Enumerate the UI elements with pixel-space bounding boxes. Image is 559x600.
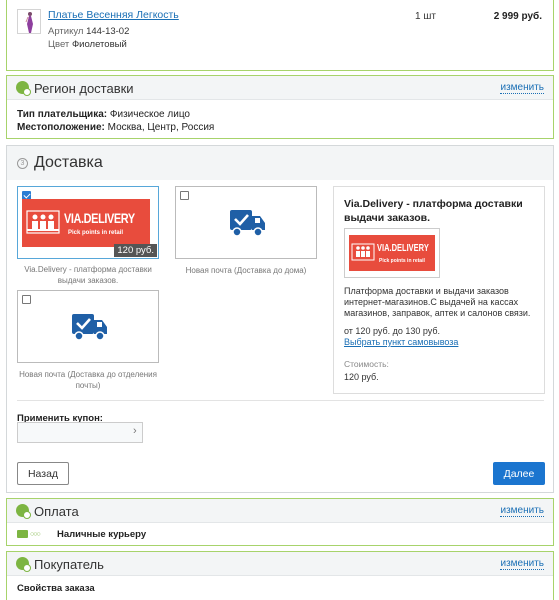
delivery-details: Via.Delivery - платформа доставки выдачи…	[333, 186, 545, 394]
payment-panel: Оплата изменить ○○○ Наличные курьеру	[6, 498, 554, 546]
payment-header: Оплата изменить	[7, 499, 553, 523]
details-description: Платформа доставки и выдачи заказов инте…	[344, 286, 531, 318]
delivery-option-novaposhta-home[interactable]	[175, 186, 317, 259]
option-caption: Новая почта (Доставка до дома)	[185, 266, 307, 275]
truck-check-icon	[72, 314, 107, 341]
step-number: 3	[17, 158, 28, 169]
delivery-option-novaposhta-branch[interactable]	[17, 290, 159, 363]
sku-value: 144-13-02	[86, 26, 130, 37]
dots-icon: ○○○	[30, 531, 41, 538]
delivery-header: 3 Доставка	[7, 146, 553, 180]
delivery-option-via[interactable]: VIA.DELIVERY Pick points in retail 120 р…	[17, 186, 159, 259]
via-delivery-logo: VIA.DELIVERY Pick points in retail	[349, 235, 435, 271]
region-title: Регион доставки	[34, 81, 134, 96]
delivery-panel: 3 Доставка VIA.DELIVERY Pick points in r…	[6, 145, 554, 493]
product-color: Цвет Фиолетовый	[48, 39, 127, 50]
region-header: Регион доставки изменить	[7, 76, 553, 100]
details-price-range: от 120 руб. до 130 руб.	[344, 326, 441, 336]
payer-type: Тип плательщика: Физическое лицо	[17, 109, 190, 120]
step-complete-icon	[16, 504, 31, 519]
buyer-change-link[interactable]: изменить	[500, 558, 544, 570]
delivery-title: Доставка	[34, 154, 103, 171]
payment-change-link[interactable]: изменить	[500, 505, 544, 517]
step-complete-icon	[16, 81, 31, 96]
region-change-link[interactable]: изменить	[500, 82, 544, 94]
cart-panel: Платье Весенняя Легкость Артикул 144-13-…	[6, 0, 554, 71]
product-quantity: 1 шт	[415, 11, 436, 22]
truck-check-icon	[230, 210, 265, 237]
product-thumbnail[interactable]	[17, 9, 41, 34]
location-label: Местоположение:	[17, 122, 105, 133]
buyer-panel: Покупатель изменить Свойства заказа	[6, 551, 554, 600]
option-caption: Новая почта (Доставка до отделения почты…	[19, 370, 157, 390]
cost-label: Стоимость:	[344, 359, 389, 369]
next-button[interactable]: Далее	[493, 462, 545, 485]
via-logo-sub: Pick points in retail	[68, 230, 124, 236]
option-price-badge: 120 руб.	[114, 244, 157, 257]
via-logo-text: VIA.DELIVERY	[64, 210, 135, 226]
divider	[17, 400, 544, 401]
step-complete-icon	[16, 557, 31, 572]
color-label: Цвет	[48, 39, 70, 50]
region-panel: Регион доставки изменить Тип плательщика…	[6, 75, 554, 139]
product-name-link[interactable]: Платье Весенняя Легкость	[48, 9, 179, 21]
chevron-right-icon[interactable]: ›	[133, 425, 137, 437]
location: Местоположение: Москва, Центр, Россия	[17, 122, 214, 133]
details-title: Via.Delivery - платформа доставки выдачи…	[344, 198, 523, 224]
option-checkbox[interactable]	[22, 295, 31, 304]
buyer-header: Покупатель изменить	[7, 552, 553, 576]
back-button[interactable]: Назад	[17, 462, 69, 485]
product-sku: Артикул 144-13-02	[48, 26, 129, 37]
via-logo-text: VIA.DELIVERY	[377, 243, 429, 254]
order-properties-heading: Свойства заказа	[17, 583, 95, 594]
sku-label: Артикул	[48, 26, 84, 37]
coupon-input[interactable]	[17, 422, 143, 443]
buyer-title: Покупатель	[34, 557, 104, 572]
payment-title: Оплата	[34, 504, 79, 519]
option-caption: Via.Delivery - платформа доставки выдачи…	[24, 265, 152, 285]
payer-label: Тип плательщика:	[17, 109, 108, 120]
cost-value: 120 руб.	[344, 372, 379, 382]
payer-value: Физическое лицо	[109, 109, 190, 120]
via-delivery-logo: VIA.DELIVERY Pick points in retail	[22, 199, 150, 247]
dress-image-icon	[25, 12, 33, 33]
wallet-icon	[17, 530, 28, 538]
via-logo-sub: Pick points in retail	[379, 258, 425, 264]
location-value: Москва, Центр, Россия	[107, 122, 215, 133]
color-value: Фиолетовый	[71, 39, 127, 50]
pick-point-link[interactable]: Выбрать пункт самовывоза	[344, 337, 458, 347]
details-logo: VIA.DELIVERY Pick points in retail	[344, 228, 440, 278]
payment-method: Наличные курьеру	[57, 529, 147, 540]
option-checkbox[interactable]	[180, 191, 189, 200]
product-price: 2 999 руб.	[493, 11, 542, 22]
